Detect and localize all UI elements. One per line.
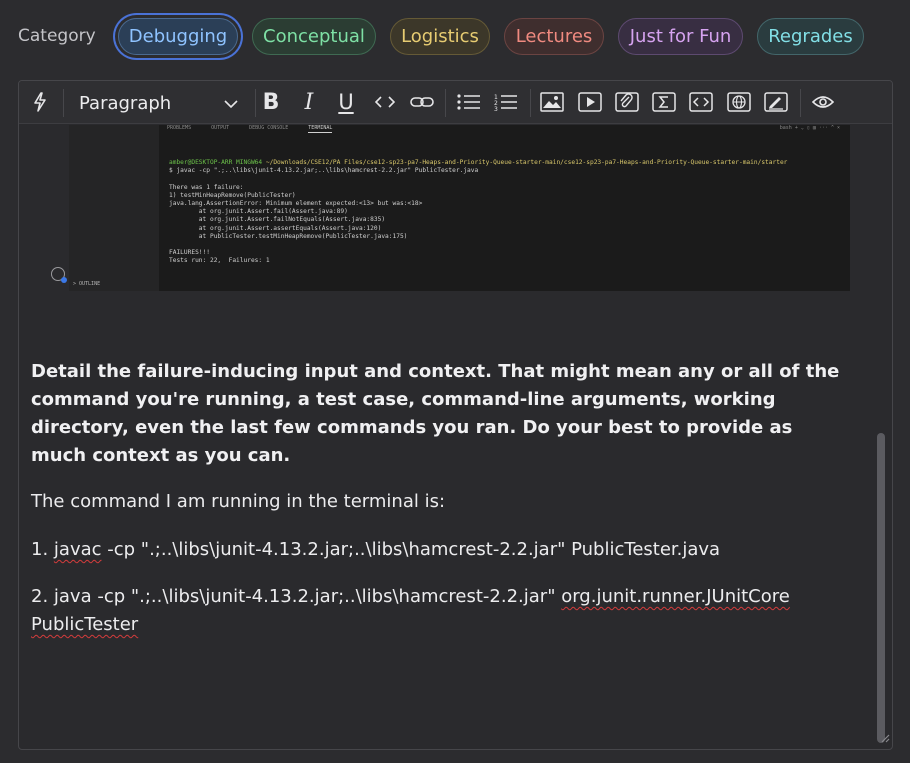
intro-paragraph: The command I am running in the terminal… xyxy=(31,488,851,516)
toolbar-separator xyxy=(63,89,64,117)
chip-logistics[interactable]: Logistics xyxy=(390,18,490,55)
toolbar-separator xyxy=(530,89,531,117)
chip-label: Conceptual xyxy=(263,26,365,47)
terminal-tab: TERMINAL xyxy=(308,125,333,133)
spellcheck-word[interactable]: javac xyxy=(54,539,102,560)
category-label: Category xyxy=(18,26,96,46)
command-1-paragraph: 1. javac -cp ".;..\libs\junit-4.13.2.jar… xyxy=(31,536,851,564)
chip-label: Logistics xyxy=(401,26,479,47)
editor-content[interactable]: > OUTLINE PROBLEMS OUTPUT DEBUG CONSOLE … xyxy=(19,125,892,749)
category-row: Category Debugging Conceptual Logistics … xyxy=(0,0,910,76)
resize-handle-icon[interactable] xyxy=(880,728,890,747)
terminal-command: $ javac -cp ".;..\libs\junit-4.13.2.jar;… xyxy=(169,167,479,175)
command-1-number: 1. xyxy=(31,539,54,560)
svg-text:3: 3 xyxy=(494,106,498,111)
user-avatar-icon xyxy=(51,267,67,283)
command-2-prefix: 2. java -cp ".;..\libs\junit-4.13.2.jar;… xyxy=(31,586,562,607)
terminal-line: 1) testMinHeapRemove(PublicTester) xyxy=(169,191,296,199)
spellcheck-word[interactable]: org.junit.runner.JUnitCore xyxy=(561,586,790,607)
chevron-down-icon xyxy=(224,93,238,114)
chip-conceptual[interactable]: Conceptual xyxy=(252,18,376,55)
terminal-prompt-user: amber@DESKTOP-ARR MINGW64 xyxy=(169,159,263,166)
link-icon[interactable] xyxy=(408,89,436,115)
command-1-rest: -cp ".;..\libs\junit-4.13.2.jar;..\libs\… xyxy=(101,539,721,560)
math-icon[interactable] xyxy=(650,89,678,115)
format-select[interactable]: Paragraph xyxy=(71,89,246,117)
terminal-panel-tabs: PROBLEMS OUTPUT DEBUG CONSOLE TERMINAL xyxy=(167,125,333,133)
rich-text-editor: Paragraph B I U 123 > OUTLINE PROBLEMS O… xyxy=(18,80,893,750)
prompt-text: Detail the failure-inducing input and co… xyxy=(31,361,840,466)
outline-label: > OUTLINE xyxy=(73,281,101,287)
lightning-icon[interactable] xyxy=(26,89,54,115)
chip-debugging[interactable]: Debugging xyxy=(118,18,238,55)
image-icon[interactable] xyxy=(538,89,566,115)
terminal-prompt-path: ~/Downloads/CSE12/PA Files/cse12-sp23-pa… xyxy=(265,159,788,166)
terminal-line: at PublicTester.testMinHeapRemove(Public… xyxy=(169,232,408,240)
chip-label: Lectures xyxy=(515,26,593,47)
video-icon[interactable] xyxy=(576,89,604,115)
attachment-icon[interactable] xyxy=(613,89,641,115)
terminal-screenshot-image: > OUTLINE PROBLEMS OUTPUT DEBUG CONSOLE … xyxy=(69,125,850,291)
bullet-list-icon[interactable] xyxy=(455,89,483,115)
chip-regrades[interactable]: Regrades xyxy=(757,18,864,55)
chip-label: Just for Fun xyxy=(629,26,732,47)
command-2-paragraph: 2. java -cp ".;..\libs\junit-4.13.2.jar;… xyxy=(31,583,851,639)
italic-icon[interactable]: I xyxy=(295,89,323,115)
chip-label: Debugging xyxy=(128,26,228,47)
terminal-line: There was 1 failure: xyxy=(169,183,244,191)
chip-lectures[interactable]: Lectures xyxy=(504,18,604,55)
terminal-line: FAILURES!!! xyxy=(169,249,210,257)
inline-code-icon[interactable] xyxy=(371,89,399,115)
chip-just-for-fun[interactable]: Just for Fun xyxy=(618,18,743,55)
terminal-tab: OUTPUT xyxy=(211,125,230,131)
format-select-value: Paragraph xyxy=(79,92,172,114)
scrollbar[interactable] xyxy=(877,433,885,743)
web-embed-icon[interactable] xyxy=(725,89,753,115)
terminal-line: Tests run: 22, Failures: 1 xyxy=(169,257,270,265)
toolbar-separator xyxy=(445,89,446,117)
drawing-icon[interactable] xyxy=(762,89,790,115)
chip-label: Regrades xyxy=(768,26,853,47)
intro-text: The command I am running in the terminal… xyxy=(31,491,446,512)
terminal-controls: bash + ⌄ ▯ ▥ ··· ^ × xyxy=(779,125,840,131)
terminal-tab: PROBLEMS xyxy=(167,125,192,131)
terminal-line: at org.junit.Assert.assertEquals(Assert.… xyxy=(169,224,382,232)
terminal-line: java.lang.AssertionError: Minimum elemen… xyxy=(169,200,423,208)
editor-toolbar: Paragraph B I U 123 xyxy=(19,81,892,124)
code-block-icon[interactable] xyxy=(687,89,715,115)
spellcheck-word[interactable]: PublicTester xyxy=(31,614,138,635)
terminal-sidebar: > OUTLINE xyxy=(69,125,159,291)
terminal-output: amber@DESKTOP-ARR MINGW64 ~/Downloads/CS… xyxy=(169,159,839,266)
underline-icon[interactable]: U xyxy=(332,89,360,115)
terminal-line: at org.junit.Assert.fail(Assert.java:89) xyxy=(169,208,348,216)
toolbar-separator xyxy=(800,89,801,117)
toolbar-separator xyxy=(255,89,256,117)
terminal-line: at org.junit.Assert.failNotEquals(Assert… xyxy=(169,216,386,224)
bold-icon[interactable]: B xyxy=(257,89,285,115)
terminal-tab: DEBUG CONSOLE xyxy=(249,125,289,131)
preview-eye-icon[interactable] xyxy=(809,89,837,115)
numbered-list-icon[interactable]: 123 xyxy=(492,89,520,115)
